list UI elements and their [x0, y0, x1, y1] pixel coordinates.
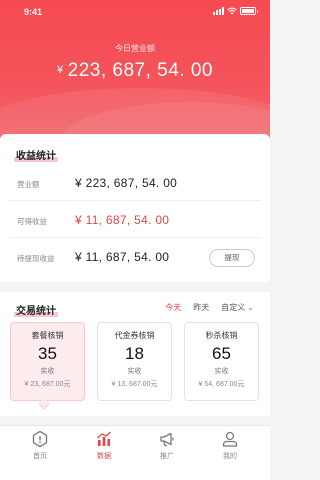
- trade-card: 交易统计 今天 昨天 自定义 ⌄ 套餐核销 35 实收 ¥ 23, 687.00元…: [0, 292, 270, 416]
- home-icon: [32, 430, 48, 448]
- chart-icon: [97, 431, 111, 446]
- tabbar-item-promote[interactable]: 推广: [147, 430, 187, 461]
- income-row-revenue: 营业额 ¥ 223, 687, 54. 00: [9, 167, 261, 201]
- income-card: 收益统计 营业额 ¥ 223, 687, 54. 00 可得收益 ¥ 11, 6…: [0, 134, 270, 282]
- hero-banner: 9:41 今日营业额 ¥223, 687, 54. 00: [0, 0, 270, 138]
- stat-count: 18: [125, 344, 144, 363]
- tabbar-item-home[interactable]: 首页: [20, 430, 60, 461]
- income-section-title: 收益统计: [14, 151, 58, 162]
- user-icon: [222, 431, 238, 447]
- status-time: 9:41: [24, 7, 43, 17]
- stat-card-voucher[interactable]: 代金券核销 18 实收 ¥ 13, 687.00元: [97, 322, 172, 401]
- stat-card-package[interactable]: 套餐核销 35 实收 ¥ 23, 687.00元: [10, 322, 85, 401]
- today-revenue-amount: 223, 687, 54. 00: [67, 60, 213, 81]
- row-value: ¥ 223, 687, 54. 00: [75, 176, 178, 190]
- row-label: 营业额: [17, 180, 40, 189]
- row-value: ¥ 11, 687, 54. 00: [75, 213, 170, 227]
- tab-yesterday[interactable]: 昨天: [193, 302, 209, 313]
- tab-custom[interactable]: 自定义 ⌄: [221, 302, 254, 313]
- income-row-pending: 待提现收益 ¥ 11, 687, 54. 00 提现: [9, 241, 261, 275]
- megaphone-icon: [160, 432, 174, 447]
- stat-title: 套餐核销: [31, 331, 64, 340]
- row-label: 可得收益: [17, 217, 47, 226]
- stat-count: 35: [38, 344, 57, 363]
- stat-title: 代金券核销: [114, 331, 155, 340]
- stat-card-flash-sale[interactable]: 秒杀核销 65 实收 ¥ 54, 687.00元: [184, 322, 259, 401]
- today-revenue-label: 今日营业额: [115, 44, 155, 53]
- stat-count: 65: [212, 344, 231, 363]
- currency-symbol: ¥: [57, 64, 64, 76]
- status-bar: 9:41: [0, 0, 270, 22]
- row-value: ¥ 11, 687, 54. 00: [75, 250, 170, 264]
- signal-icon: [213, 7, 224, 15]
- row-label: 待提现收益: [17, 254, 55, 263]
- stat-sub-label: 实收: [127, 368, 142, 375]
- stat-sub-label: 实收: [214, 368, 229, 375]
- tabbar-item-data[interactable]: 数据: [84, 430, 124, 461]
- tab-today[interactable]: 今天: [165, 302, 181, 313]
- tabbar-item-profile[interactable]: 我的: [210, 430, 250, 461]
- stat-amount: ¥ 23, 687.00元: [24, 381, 71, 388]
- wifi-icon: [227, 7, 237, 15]
- withdraw-button[interactable]: 提现: [209, 249, 255, 267]
- chevron-down-icon: ⌄: [247, 303, 254, 312]
- date-tabs: 今天 昨天 自定义 ⌄: [165, 302, 254, 313]
- status-icons: [213, 7, 258, 15]
- today-revenue-value: ¥223, 687, 54. 00: [0, 60, 270, 82]
- bottom-tab-bar: 首页 数据 推广 我的: [0, 425, 270, 480]
- income-row-earnings: 可得收益 ¥ 11, 687, 54. 00: [9, 204, 261, 238]
- stat-amount: ¥ 54, 687.00元: [198, 381, 245, 388]
- battery-icon: [240, 7, 258, 15]
- stat-sub-label: 实收: [40, 368, 55, 375]
- trade-section-title: 交易统计: [14, 306, 58, 317]
- stat-amount: ¥ 13, 687.00元: [111, 381, 158, 388]
- stat-title: 秒杀核销: [205, 331, 238, 340]
